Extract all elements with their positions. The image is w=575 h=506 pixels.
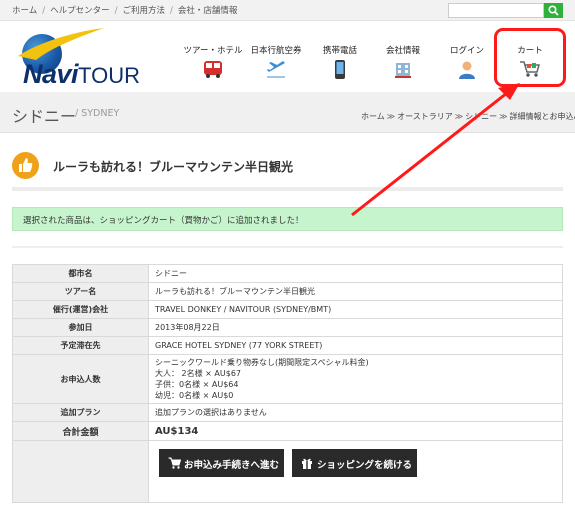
user-icon (459, 61, 475, 79)
search-button[interactable] (544, 3, 563, 18)
cart-highlight-box (494, 28, 566, 87)
building-icon (395, 63, 411, 78)
nav-item-login[interactable]: ログイン (437, 44, 497, 90)
nav-label: 日本行航空券 (250, 46, 302, 56)
notice-text: 選択された商品は、ショッピングカート（買物かご）に追加されました！ (23, 216, 304, 226)
utility-link-help-center[interactable]: ヘルプセンター (50, 6, 110, 16)
nav-label: 会社情報 (385, 46, 420, 56)
nav-label: 携帯電話 (322, 46, 357, 56)
total-label: 合計金額 (12, 421, 149, 441)
button-row (12, 440, 563, 503)
row-label: ツアー名 (12, 282, 149, 301)
bus-icon (204, 61, 222, 78)
table-row: 追加プラン 追加プランの選択はありません (12, 403, 563, 422)
search-icon (548, 5, 559, 16)
total-row: 合計金額 AU$134 (12, 421, 563, 441)
breadcrumb-arrow-icon: ≫ (499, 112, 508, 121)
nav-item-tour-hotel[interactable]: ツアー・ホテル (183, 44, 243, 90)
row-label: お申込人数 (12, 354, 149, 404)
utility-link-home[interactable]: ホーム (12, 6, 37, 16)
total-value: AU$134 (148, 421, 563, 441)
breadcrumb-arrow-icon: ≫ (386, 112, 396, 121)
top-utility-bar: ホーム / ヘルプセンター / ご利用方法 / 会社・店舗情報 (0, 0, 575, 21)
row-value: シーニックワールド乗り物券なし(期間限定スペシャル料金) 大人： 2名様 × A… (148, 354, 563, 404)
table-row: 催行(運営)会社 TRAVEL DONKEY / NAVITOUR (SYDNE… (12, 300, 563, 319)
separator: / (114, 6, 118, 16)
nav-label: ツアー・ホテル (183, 46, 243, 56)
continue-label: ショッピングを続ける (317, 460, 413, 471)
order-details-table: 都市名 シドニー ツアー名 ルーラも訪れる！ブルーマウンテン半日観光 催行(運営… (12, 264, 563, 503)
adult-count: 大人： 2名様 × AU$67 (155, 369, 242, 378)
utility-links: ホーム / ヘルプセンター / ご利用方法 / 会社・店舗情報 (12, 4, 237, 16)
row-value: ルーラも訪れる！ブルーマウンテン半日観光 (148, 282, 563, 301)
table-row: 予定滞在先 GRACE HOTEL SYDNEY (77 YORK STREET… (12, 336, 563, 355)
row-label: 催行(運営)会社 (12, 300, 149, 319)
breadcrumb-home[interactable]: ホーム (361, 112, 385, 121)
nav-item-mobile[interactable]: 携帯電話 (310, 44, 370, 90)
search-input[interactable] (448, 3, 544, 18)
infant-count: 幼児：0名様 × AU$0 (155, 391, 234, 400)
cart-added-notice: 選択された商品は、ショッピングカート（買物かご）に追加されました！ (12, 207, 563, 231)
row-value: シドニー (148, 264, 563, 283)
utility-link-company-info[interactable]: 会社・店舗情報 (178, 6, 238, 16)
row-label: 都市名 (12, 264, 149, 283)
breadcrumb-australia[interactable]: オーストラリア (397, 112, 453, 121)
nav-item-flights[interactable]: 日本行航空券 (246, 44, 306, 90)
row-value: GRACE HOTEL SYDNEY (77 YORK STREET) (148, 336, 563, 355)
breadcrumb: ホーム ≫ オーストラリア ≫ シドニー ≫ 詳細情報とお申込み (361, 111, 575, 122)
nav-item-company[interactable]: 会社情報 (373, 44, 433, 90)
logo-wordmark: NaviTOUR (23, 59, 140, 90)
mobile-phone-icon (335, 60, 345, 79)
row-label: 参加日 (12, 318, 149, 337)
thumbs-up-badge (12, 152, 39, 179)
logo-tour-text: TOUR (78, 63, 140, 88)
table-row: 都市名 シドニー (12, 264, 563, 283)
breadcrumb-sydney[interactable]: シドニー (465, 112, 497, 121)
separator: / (170, 6, 173, 16)
table-row: 参加日 2013年08月22日 (12, 318, 563, 337)
row-label: 追加プラン (12, 403, 149, 422)
breadcrumb-arrow-icon: ≫ (454, 112, 464, 121)
divider (12, 187, 563, 191)
checkout-button[interactable]: お申込み手続きへ進む (159, 449, 284, 477)
thumbs-up-icon (19, 158, 33, 172)
row-value: TRAVEL DONKEY / NAVITOUR (SYDNEY/BMT) (148, 300, 563, 319)
child-count: 子供：0名様 × AU$64 (155, 380, 239, 389)
row-value: 2013年08月22日 (148, 318, 563, 337)
page-title: シドニー (12, 107, 77, 126)
product-title: ルーラも訪れる！ブルーマウンテン半日観光 (53, 160, 294, 174)
separator: / (42, 6, 46, 16)
cart-icon (168, 457, 181, 469)
nav-label: ログイン (449, 46, 484, 56)
row-value: 追加プランの選択はありません (148, 403, 563, 422)
logo-navi-text: Navi (23, 59, 79, 89)
utility-link-how-to-use[interactable]: ご利用方法 (123, 6, 166, 16)
row-label: 予定滞在先 (12, 336, 149, 355)
gift-icon (302, 458, 312, 469)
page-title-band: シドニー / SYDNEY ホーム ≫ オーストラリア ≫ シドニー ≫ 詳細情報とお申込み (0, 92, 575, 133)
continue-shopping-button[interactable]: ショッピングを続ける (292, 449, 417, 477)
breadcrumb-current: 詳細情報とお申込み (509, 112, 575, 121)
table-row: お申込人数 シーニックワールド乗り物券なし(期間限定スペシャル料金) 大人： 2… (12, 354, 563, 404)
navitour-logo[interactable]: NaviTOUR (16, 26, 142, 89)
airplane-icon (267, 61, 285, 78)
table-row: ツアー名 ルーラも訪れる！ブルーマウンテン半日観光 (12, 282, 563, 301)
divider (12, 246, 563, 248)
plan-line: シーニックワールド乗り物券なし(期間限定スペシャル料金) (155, 358, 369, 367)
checkout-label: お申込み手続きへ進む (184, 460, 280, 471)
empty-cell (12, 440, 149, 503)
page-title-en: / SYDNEY (75, 108, 120, 119)
